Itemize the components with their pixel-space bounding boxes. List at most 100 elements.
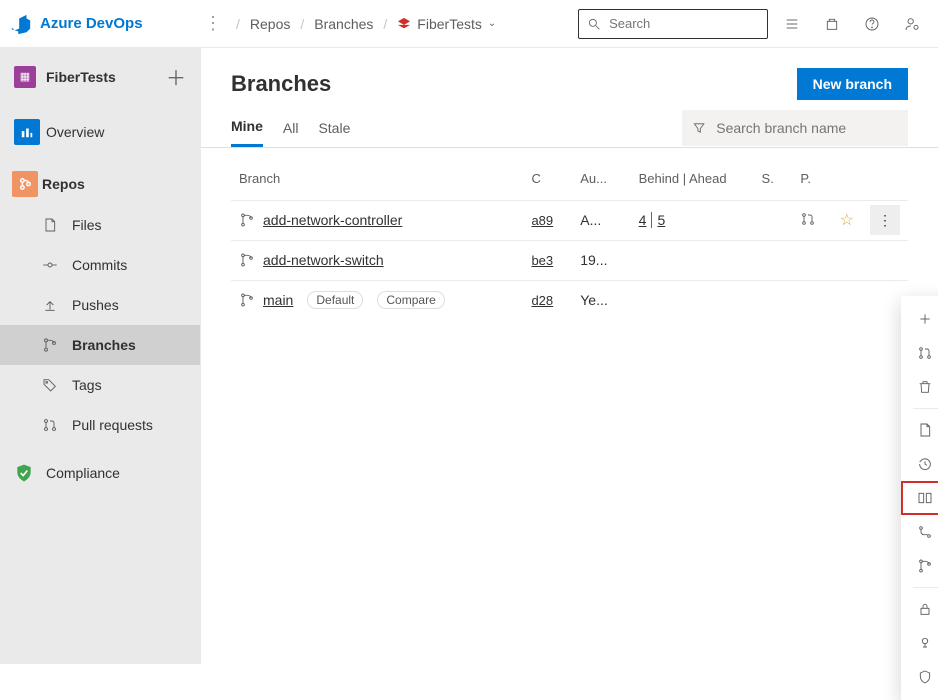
more-vertical-icon[interactable]: ⋮ — [198, 13, 228, 34]
branch-link[interactable]: add-network-switch — [263, 252, 384, 268]
branches-table: Branch C Au... Behind | Ahead S. P. — [231, 158, 908, 320]
sidebar-item-tags[interactable]: Tags — [0, 365, 200, 405]
behind-ahead[interactable]: 4 5 — [639, 212, 746, 228]
search-input[interactable] — [607, 15, 759, 32]
help-icon[interactable] — [856, 8, 888, 40]
tab-stale[interactable]: Stale — [318, 110, 350, 146]
azure-devops-logo-icon — [10, 13, 32, 35]
row-more-button[interactable] — [870, 285, 900, 315]
sidebar-item-label: Pull requests — [72, 417, 153, 433]
sidebar-item-files[interactable]: Files — [0, 205, 200, 245]
tabs: Mine All Stale — [201, 108, 938, 148]
star-icon[interactable]: ☆ — [840, 212, 854, 229]
commit-icon — [40, 255, 60, 275]
ctx-new-branch[interactable]: New branch — [901, 302, 938, 336]
branch-link[interactable]: main — [263, 292, 293, 308]
lock-icon — [917, 601, 933, 617]
sidebar-item-pushes[interactable]: Pushes — [0, 285, 200, 325]
col-behind-ahead[interactable]: Behind | Ahead — [631, 158, 754, 200]
marketplace-icon[interactable] — [816, 8, 848, 40]
col-author[interactable]: Au... — [572, 158, 630, 200]
compare-set-icon — [917, 524, 933, 540]
file-icon — [40, 215, 60, 235]
sidebar-item-label: Commits — [72, 257, 127, 273]
product-block: Azure DevOps — [10, 13, 190, 35]
branch-icon — [239, 212, 255, 228]
pr-icon[interactable] — [800, 211, 816, 227]
sidebar-overview[interactable]: Overview — [0, 109, 200, 155]
compare-icon — [917, 490, 933, 506]
trash-icon — [917, 379, 933, 395]
ctx-view-history[interactable]: View history — [901, 447, 938, 481]
sidebar-item-label: Compliance — [46, 465, 120, 481]
tab-all[interactable]: All — [283, 110, 299, 146]
author-cell: Ye... — [572, 280, 630, 320]
policy-icon — [917, 635, 933, 651]
sidebar: ▦ FiberTests ＋ Overview Repos Files Comm… — [0, 48, 200, 664]
filter-icon — [692, 120, 706, 136]
table-row[interactable]: main Default Compare d28 Ye... — [231, 280, 908, 320]
user-settings-icon[interactable] — [896, 8, 928, 40]
header-actions — [776, 8, 928, 40]
pr-icon — [40, 415, 60, 435]
commit-link[interactable]: d28 — [531, 293, 553, 308]
list-icon[interactable] — [776, 8, 808, 40]
branch-filter-input[interactable] — [714, 119, 898, 137]
project-selector[interactable]: FiberTests ⌄ — [397, 16, 496, 32]
sidebar-compliance[interactable]: Compliance — [0, 453, 200, 493]
branch-context-menu: New branch New pull request Delete branc… — [901, 296, 938, 700]
new-branch-button[interactable]: New branch — [797, 68, 908, 100]
author-cell: A... — [572, 200, 630, 240]
col-pr[interactable]: P. — [792, 158, 831, 200]
push-icon — [40, 295, 60, 315]
ctx-delete-branch[interactable]: Delete branch — [901, 370, 938, 404]
commit-link[interactable]: be3 — [531, 253, 553, 268]
plus-icon[interactable]: ＋ — [166, 62, 186, 91]
search-input-wrap[interactable] — [578, 9, 768, 39]
sidebar-project-name: FiberTests — [46, 69, 156, 85]
table-row[interactable]: add-network-controller a89 A... 4 5 — [231, 200, 908, 240]
col-commit[interactable]: C — [523, 158, 572, 200]
ctx-set-default[interactable]: Set as default branch — [901, 549, 938, 583]
breadcrumb-branches[interactable]: Branches — [314, 16, 373, 32]
row-more-button[interactable] — [870, 245, 900, 275]
branch-icon — [239, 292, 255, 308]
plus-icon — [917, 311, 933, 327]
col-status[interactable]: S. — [754, 158, 793, 200]
sidebar-item-label: Branches — [72, 337, 136, 353]
table-row[interactable]: add-network-switch be3 19... — [231, 240, 908, 280]
main-panel: Branches New branch Mine All Stale Branc… — [200, 48, 938, 664]
ctx-branch-security[interactable]: Branch security — [901, 660, 938, 694]
ctx-set-compare[interactable]: Set as compare branch — [901, 515, 938, 549]
breadcrumb-sep: / — [236, 16, 240, 32]
commit-link[interactable]: a89 — [531, 213, 553, 228]
ctx-lock[interactable]: Lock — [901, 592, 938, 626]
sidebar-item-pull-requests[interactable]: Pull requests — [0, 405, 200, 445]
ctx-compare-branches[interactable]: Compare branches — [901, 481, 938, 515]
behind-count: 4 — [639, 212, 647, 228]
ahead-count: 5 — [657, 212, 665, 228]
ctx-branch-policies[interactable]: Branch policies — [901, 626, 938, 660]
sidebar-item-branches[interactable]: Branches — [0, 325, 200, 365]
tab-mine[interactable]: Mine — [231, 108, 263, 147]
search-icon — [587, 16, 601, 32]
sidebar-item-label: Files — [72, 217, 102, 233]
branch-link[interactable]: add-network-controller — [263, 212, 402, 228]
ctx-view-files[interactable]: View files — [901, 413, 938, 447]
sidebar-project[interactable]: ▦ FiberTests ＋ — [0, 52, 200, 101]
product-name[interactable]: Azure DevOps — [40, 15, 143, 32]
sidebar-item-commits[interactable]: Commits — [0, 245, 200, 285]
breadcrumb-sep: / — [300, 16, 304, 32]
header-bar: Azure DevOps ⋮ / Repos / Branches / Fibe… — [0, 0, 938, 48]
ctx-new-pull-request[interactable]: New pull request — [901, 336, 938, 370]
col-branch[interactable]: Branch — [231, 158, 523, 200]
breadcrumb-repos[interactable]: Repos — [250, 16, 290, 32]
repos-icon — [12, 171, 38, 197]
breadcrumb-sep: / — [383, 16, 387, 32]
sidebar-repos[interactable]: Repos — [0, 163, 200, 205]
breadcrumb: / Repos / Branches / FiberTests ⌄ — [236, 16, 496, 32]
branch-filter[interactable] — [682, 110, 908, 146]
chevron-down-icon: ⌄ — [488, 18, 496, 29]
row-more-button[interactable]: ⋮ — [870, 205, 900, 235]
page-title: Branches — [231, 71, 797, 97]
